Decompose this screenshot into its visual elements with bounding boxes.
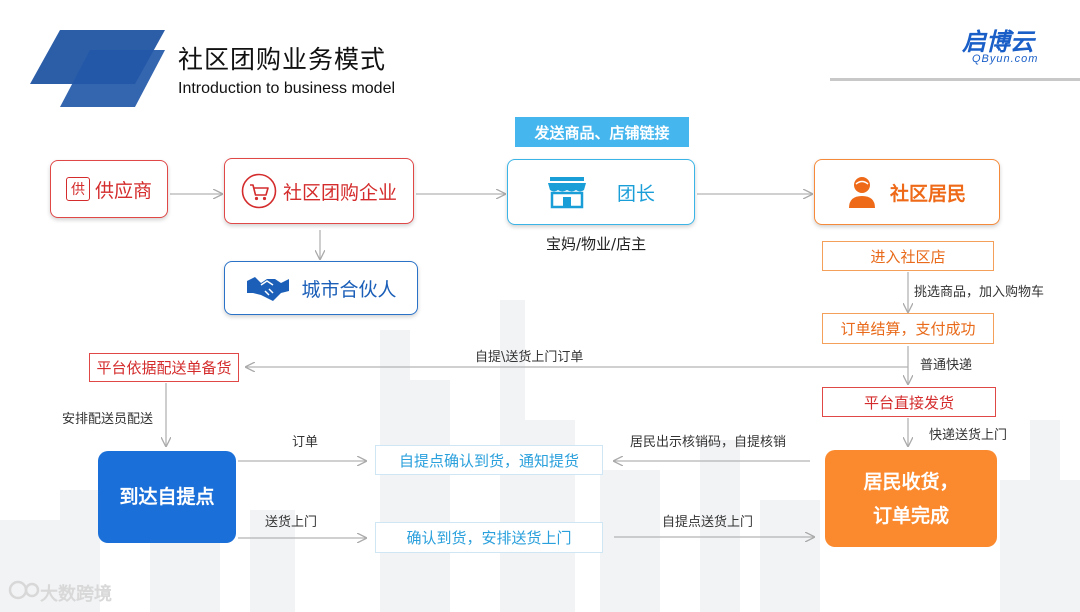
- pickup-point-node: 到达自提点: [98, 451, 236, 543]
- confirm-notify-tag: 自提点确认到货，通知提货: [375, 445, 603, 475]
- cart-icon: [241, 173, 277, 209]
- arrange-delivery-label: 安排配送员配送: [62, 412, 154, 427]
- resident-label: 社区居民: [889, 182, 966, 205]
- checkout-tag: 订单结算，支付成功: [822, 313, 994, 344]
- enter-store-tag: 进入社区店: [822, 241, 994, 271]
- leader-label: 团长: [616, 182, 655, 205]
- delivery-label: 送货上门: [265, 515, 318, 530]
- leader-node: 团长: [507, 159, 695, 225]
- order-complete-node: 居民收货， 订单完成: [825, 450, 997, 547]
- received-line1: 居民收货，: [863, 470, 959, 493]
- supplier-icon: 供: [65, 177, 90, 201]
- platform-stock-tag: 平台依据配送单备货: [89, 353, 239, 382]
- self-pickup-order-label: 自提\送货上门订单: [475, 350, 584, 365]
- enterprise-node: 社区团购企业: [224, 158, 414, 224]
- watermark-logo-icon: [8, 580, 40, 600]
- normal-express-label: 普通快递: [920, 358, 973, 373]
- supplier-label: 供应商: [94, 179, 152, 202]
- handshake-icon: [247, 277, 290, 301]
- enterprise-label: 社区团购企业: [282, 181, 397, 204]
- watermark-text: 大数跨境: [40, 584, 112, 605]
- leader-note: 宝妈/物业/店主: [546, 235, 647, 253]
- resident-node: 社区居民: [814, 159, 1000, 225]
- select-goods-label: 挑选商品，加入购物车: [914, 285, 1045, 300]
- received-line2: 订单完成: [872, 504, 949, 527]
- city-partner-label: 城市合伙人: [301, 278, 397, 301]
- pickup-deliver-label: 自提点送货上门: [662, 515, 754, 530]
- resident-code-label: 居民出示核销码，自提核销: [630, 435, 787, 450]
- city-partner-node: 城市合伙人: [224, 261, 418, 315]
- express-delivery-label: 快递送货上门: [929, 428, 1008, 443]
- supplier-node: 供 供应商: [50, 160, 168, 218]
- confirm-deliver-tag: 确认到货，安排送货上门: [375, 522, 603, 553]
- shop-icon: [547, 177, 586, 209]
- person-icon: [848, 177, 875, 208]
- pickup-point-label: 到达自提点: [119, 486, 215, 508]
- send-link-banner: 发送商品、店铺链接: [515, 117, 689, 147]
- order-label: 订单: [292, 435, 319, 450]
- direct-ship-tag: 平台直接发货: [822, 387, 996, 417]
